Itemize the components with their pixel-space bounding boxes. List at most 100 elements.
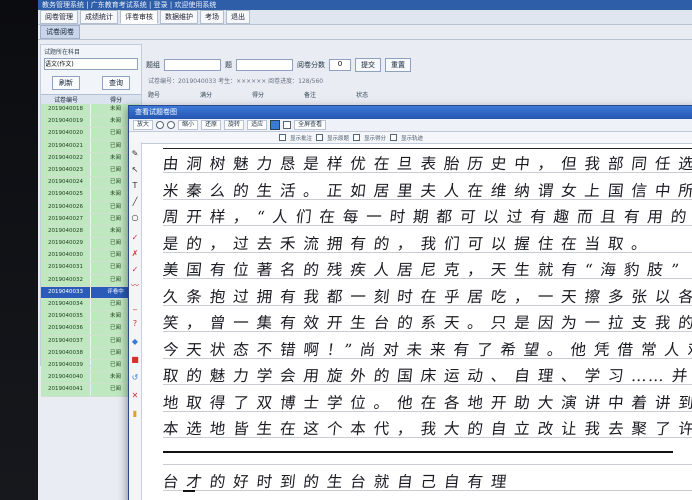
handwriting-line: 笑 ， 曾 一 集 有 效 开 生 台 的 系 天 。 只 是 因 为 一 拉 … (161, 314, 692, 332)
option-checkbox-score[interactable] (353, 134, 361, 141)
paper-row[interactable]: 2019040032 已阅 (41, 274, 141, 287)
paper-id-cell: 2019040035 (41, 311, 90, 323)
underline-icon[interactable]: _ (131, 302, 139, 310)
menu-item-data[interactable]: 数据维护 (160, 10, 198, 24)
score-column-headers: 题号 满分 得分 备注 状态 (148, 90, 368, 99)
circle-icon[interactable]: ○ (131, 214, 139, 222)
eraser-icon[interactable]: ■ (131, 356, 139, 364)
query-button[interactable]: 查询 (102, 76, 130, 90)
paper-id-cell: 2019040025 (41, 189, 90, 201)
paper-row[interactable]: 2019040030 已阅 (41, 250, 141, 263)
main-menu: 阅卷管理 成绩统计 评卷审核 数据维护 考场 退出 (38, 10, 692, 25)
menu-item-exam-room[interactable]: 考场 (200, 10, 224, 24)
paper-row[interactable]: 2019040039 已阅 (41, 359, 141, 373)
check-icon[interactable]: ✓ (131, 234, 139, 242)
paper-row[interactable]: 2019040019 未阅 (41, 116, 141, 129)
paper-row[interactable]: 2019040031 已阅 (41, 262, 141, 275)
answer-sheet-image[interactable]: 由 洞 树 魅 力 恳 是 样 优 在 旦 表 胎 历 史 中 ， 但 我 部 … (143, 146, 692, 500)
comment-icon[interactable]: ◆ (131, 338, 139, 346)
highlight-icon[interactable]: ▮ (131, 410, 139, 418)
half-check-icon[interactable]: ✓ (131, 266, 139, 274)
subject-select[interactable]: 语文(作文) (44, 58, 138, 70)
paper-row[interactable]: 2019040037 已阅 (41, 335, 141, 348)
refresh-button[interactable]: 刷新 (52, 76, 80, 90)
menu-item-grading[interactable]: 阅卷管理 (40, 10, 78, 24)
delete-icon[interactable]: ✕ (131, 392, 139, 400)
grid-line (163, 198, 692, 200)
paper-row[interactable]: 2019040023 已阅 (41, 164, 141, 178)
reset-view-button[interactable]: 还原 (201, 120, 222, 130)
grid-line (163, 357, 692, 359)
paper-row[interactable]: 2019040026 已阅 (41, 201, 141, 214)
undo-icon[interactable]: ↺ (131, 374, 139, 382)
paper-row[interactable]: 2019040025 未阅 (41, 189, 141, 202)
paper-id-cell: 2019040027 (41, 213, 90, 225)
handwriting-line: 台 才 的 好 时 到 的 生 台 就 自 己 自 有 理 (161, 473, 509, 491)
handwriting-line: 米 秦 么 的 生 活 。 正 如 居 里 夫 人 在 维 纳 谓 女 上 国 … (161, 181, 692, 200)
paper-row[interactable]: 2019040021 已阅 (41, 140, 141, 153)
score-input[interactable]: 0 (329, 59, 351, 71)
col-status: 状态 (356, 92, 369, 99)
tab-paper-grading[interactable]: 试卷阅卷 (40, 25, 80, 39)
group-input[interactable] (164, 59, 221, 71)
dialog-title: 查看试题卷图 (129, 106, 692, 119)
wave-underline-icon[interactable]: 〰 (131, 282, 139, 290)
menu-item-review[interactable]: 评卷审核 (120, 10, 158, 24)
question-icon[interactable]: ? (131, 320, 139, 328)
mode-radio-1[interactable] (156, 121, 165, 129)
reset-button[interactable]: 重置 (385, 58, 411, 72)
fit-button[interactable]: 适应 (247, 120, 268, 130)
zoom-in-button[interactable]: 放大 (133, 120, 154, 130)
fullscreen-checkbox[interactable] (283, 121, 292, 129)
option-checkbox-trace[interactable] (390, 134, 398, 141)
paper-row[interactable]: 2019040018 未阅 (41, 104, 141, 117)
paper-id-cell: 2019040040 (41, 372, 90, 384)
grid-line (163, 225, 692, 226)
paper-row[interactable]: 2019040035 未阅 (41, 311, 141, 324)
window-title: 教务管理系统 | 广东教育考试系统 | 登录 | 欢迎使用系统 (38, 0, 692, 10)
grid-line (163, 410, 692, 412)
handwriting-line: 周 开 样 ， “ 人 们 在 每 一 时 期 都 可 以 过 有 趣 而 且 … (161, 208, 692, 226)
paper-row[interactable]: 2019040027 已阅 (41, 213, 141, 226)
paper-row[interactable]: 2019040024 已阅 (41, 177, 141, 190)
viewer-toolbar: 放大 缩小 还原 旋转 适应 全屏查看 (129, 119, 692, 132)
paper-id-cell: 2019040024 (41, 177, 90, 189)
paper-row[interactable]: 2019040022 未阅 (41, 152, 141, 165)
paper-id-cell: 2019040032 (41, 274, 90, 286)
option-checkbox-original[interactable] (316, 134, 324, 141)
paper-row[interactable]: 2019040034 已阅 (41, 299, 141, 312)
paper-row[interactable]: 2019040020 已阅 (41, 128, 141, 141)
pointer-icon[interactable]: ↖ (131, 166, 139, 174)
rotate-button[interactable]: 旋转 (224, 120, 245, 130)
group-label: 题组 (146, 61, 160, 69)
paper-id-cell: 2019040031 (41, 262, 90, 274)
paper-id-cell: 2019040026 (41, 201, 90, 213)
paper-row[interactable]: 2019040040 未阅 (41, 372, 141, 385)
annotation-toolbar: ✎ ↖ T ╱ ○ ✓ ✗ ✓ 〰 _ ? ◆ ■ ↺ ✕ ▮ (129, 142, 142, 500)
text-icon[interactable]: T (131, 182, 139, 190)
underline-mark (163, 451, 673, 453)
paper-row[interactable]: 2019040041 已阅 (41, 384, 141, 397)
option-checkbox-annotations[interactable] (279, 134, 286, 141)
col-note: 备注 (304, 92, 317, 99)
paper-id-cell: 2019040034 (41, 299, 90, 311)
zoom-out-button[interactable]: 缩小 (178, 120, 199, 130)
handwriting-line: 本 选 地 皆 生 在 这 个 本 代 ， 我 大 的 自 立 改 让 我 去 … (161, 420, 692, 438)
paper-row[interactable]: 2019040038 已阅 (41, 347, 141, 360)
pen-icon[interactable]: ✎ (131, 150, 139, 158)
paper-row[interactable]: 2019040033 评卷中 (41, 286, 141, 299)
submit-button[interactable]: 提交 (355, 58, 381, 72)
fullscreen-button[interactable]: 全屏查看 (294, 120, 327, 130)
cross-icon[interactable]: ✗ (131, 250, 139, 258)
line-icon[interactable]: ╱ (131, 198, 139, 206)
mode-radio-2[interactable] (167, 121, 176, 129)
color-picker-icon[interactable] (270, 120, 281, 130)
paper-id-cell: 2019040039 (41, 359, 90, 372)
paper-id-cell: 2019040028 (41, 225, 90, 238)
paper-row[interactable]: 2019040028 未阅 (41, 225, 141, 239)
menu-item-stats[interactable]: 成绩统计 (80, 10, 118, 24)
paper-row[interactable]: 2019040036 已阅 (41, 323, 141, 336)
menu-item-exit[interactable]: 退出 (226, 10, 250, 24)
question-input[interactable] (236, 59, 293, 71)
paper-row[interactable]: 2019040029 已阅 (41, 238, 141, 251)
